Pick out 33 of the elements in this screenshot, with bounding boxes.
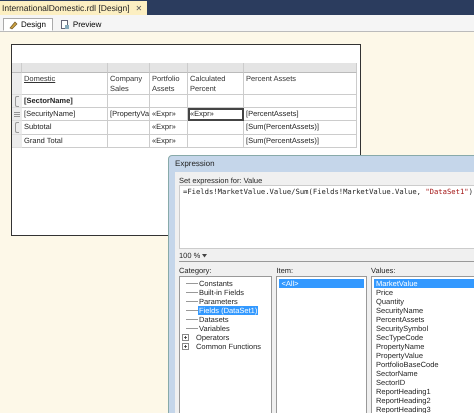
dialog-title: Expression	[175, 158, 216, 170]
column-handle[interactable]	[22, 63, 108, 73]
page-icon	[60, 20, 70, 30]
document-tab-title: InternationalDomestic.rdl [Design]	[2, 3, 130, 13]
row-handle[interactable]	[12, 95, 22, 108]
table-cell[interactable]	[150, 95, 188, 108]
view-tab[interactable]: Design	[3, 18, 53, 31]
row-handle[interactable]	[12, 121, 22, 135]
table-cell[interactable]	[108, 135, 150, 148]
pencil-icon	[8, 20, 18, 30]
table-cell[interactable]	[108, 121, 150, 135]
column-handle[interactable]	[150, 63, 188, 73]
row-handle[interactable]	[12, 135, 22, 148]
expand-icon[interactable]	[182, 334, 189, 341]
close-icon[interactable]: ✕	[136, 4, 143, 12]
detail-row-icon	[14, 112, 20, 116]
group-bracket-icon	[15, 122, 19, 133]
table-cell[interactable]	[188, 95, 244, 108]
column-handle[interactable]	[244, 63, 357, 73]
expand-icon[interactable]	[182, 343, 189, 350]
table-cell[interactable]	[188, 135, 244, 148]
table-corner-handle[interactable]	[12, 63, 22, 73]
table-cell[interactable]	[188, 121, 244, 135]
column-handle[interactable]	[188, 63, 244, 73]
column-handle[interactable]	[108, 63, 150, 73]
table-cell[interactable]	[244, 95, 357, 108]
table-cell[interactable]	[108, 95, 150, 108]
view-tab[interactable]: Preview	[54, 18, 108, 31]
group-bracket-icon	[15, 96, 19, 106]
document-tab[interactable]: InternationalDomestic.rdl [Design] ✕	[0, 1, 147, 15]
row-handle[interactable]	[12, 108, 22, 121]
caret-icon	[202, 254, 208, 258]
row-handle[interactable]	[12, 73, 22, 95]
